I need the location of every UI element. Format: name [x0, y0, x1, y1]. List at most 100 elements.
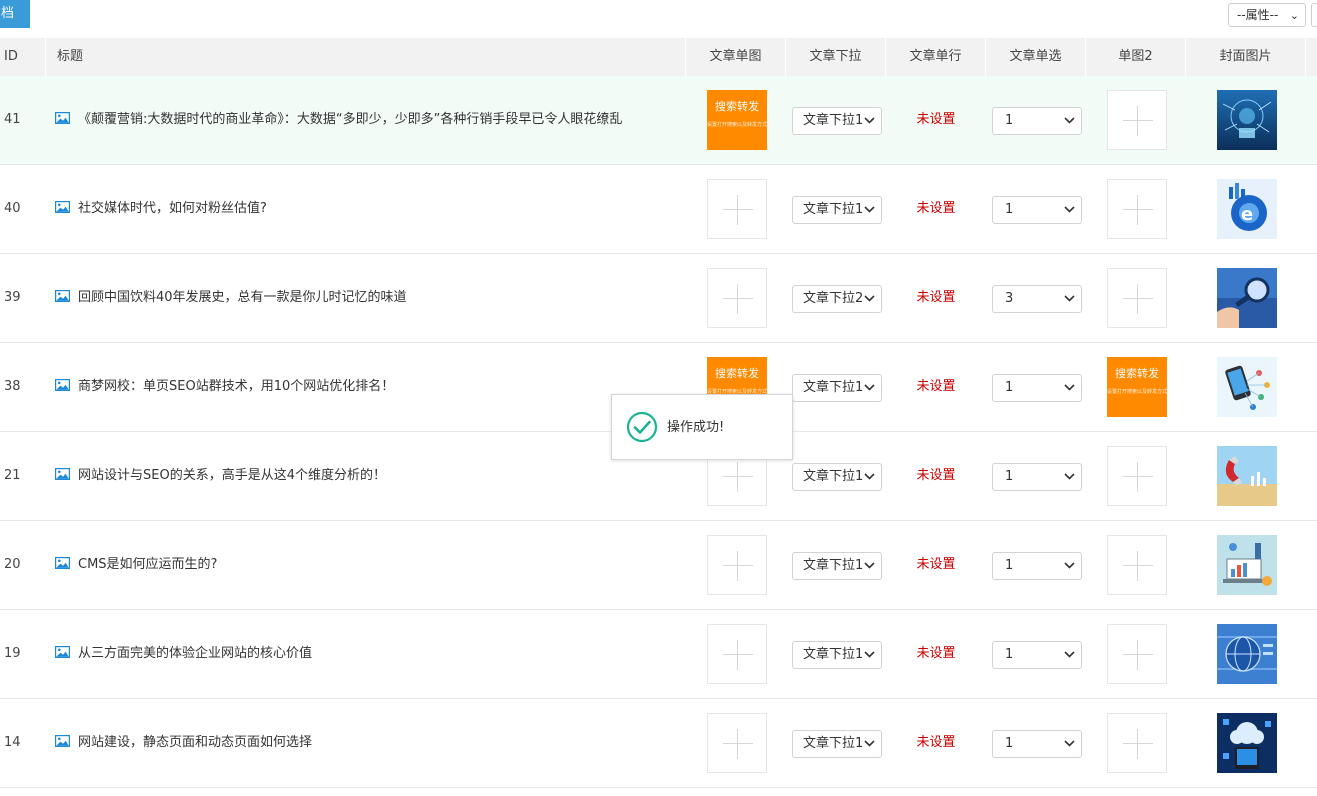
radio-value: 1	[1005, 113, 1014, 128]
image-single-cell	[686, 165, 786, 253]
cover-image[interactable]	[1217, 357, 1277, 417]
image-single-cell	[686, 610, 786, 698]
radio-value: 1	[1005, 380, 1014, 395]
cover-cell	[1186, 610, 1306, 698]
table-row[interactable]: 14 网站建设，静态页面和动态页面如何选择 文章下拉1 未设置 1	[0, 699, 1317, 788]
cover-image[interactable]: e	[1217, 179, 1277, 239]
chevron-down-icon	[864, 375, 876, 401]
cover-image[interactable]	[1217, 90, 1277, 150]
article-dropdown-select[interactable]: 文章下拉1	[792, 463, 882, 491]
cover-image[interactable]	[1217, 713, 1277, 773]
radio-value: 1	[1005, 202, 1014, 217]
table-row[interactable]: 41 《颠覆营销:大数据时代的商业革命》：大数据“多即少，少即多”各种行销手段早已…	[0, 76, 1317, 165]
extra-filter-control[interactable]	[1311, 3, 1317, 27]
row-id: 21	[4, 468, 21, 483]
article-title-link[interactable]: 商梦网校：单页SEO站群技术，用10个网站优化排名！	[78, 379, 394, 394]
cover-image[interactable]	[1217, 535, 1277, 595]
row-id: 41	[4, 112, 21, 127]
radio-value: 1	[1005, 736, 1014, 751]
image-single-upload-placeholder[interactable]	[707, 624, 767, 684]
article-radio-select[interactable]: 1	[992, 463, 1082, 491]
dropdown-value: 文章下拉1	[803, 202, 863, 217]
image2-upload-placeholder[interactable]	[1107, 268, 1167, 328]
chevron-down-icon	[864, 108, 876, 134]
article-title-link[interactable]: 网站设计与SEO的关系，高手是从这4个维度分析的！	[78, 468, 386, 483]
image-icon	[55, 557, 70, 569]
article-title-link[interactable]: 《颠覆营销:大数据时代的商业革命》：大数据“多即少，少即多”各种行销手段早已令人…	[78, 112, 622, 127]
cover-cell	[1186, 254, 1306, 342]
article-radio-select[interactable]: 1	[992, 730, 1082, 758]
cover-image[interactable]	[1217, 446, 1277, 506]
single-line-status: 未设置	[916, 468, 956, 483]
image-single-cell	[686, 699, 786, 787]
chevron-down-icon	[864, 553, 876, 579]
image-icon	[55, 735, 70, 747]
dropdown-cell: 文章下拉1	[786, 432, 886, 520]
article-title-link[interactable]: 回顾中国饮料40年发展史，总有一款是你儿时记忆的味道	[78, 290, 407, 305]
promo-subtitle: 设置打开搜索以及转发方式	[707, 122, 767, 128]
radio-cell: 1	[986, 432, 1086, 520]
table-row[interactable]: 40 社交媒体时代，如何对粉丝估值? 文章下拉1 未设置 1 e	[0, 165, 1317, 254]
article-radio-select[interactable]: 1	[992, 107, 1082, 135]
image2-upload-placeholder[interactable]	[1107, 624, 1167, 684]
image-single-upload-placeholder[interactable]	[707, 713, 767, 773]
cover-image[interactable]	[1217, 268, 1277, 328]
article-dropdown-select[interactable]: 文章下拉1	[792, 730, 882, 758]
document-tab[interactable]: 档	[0, 0, 30, 28]
dropdown-cell: 文章下拉1	[786, 610, 886, 698]
article-dropdown-select[interactable]: 文章下拉1	[792, 107, 882, 135]
image-icon	[55, 468, 70, 480]
column-header-title[interactable]: 标题	[46, 38, 686, 76]
article-title-link[interactable]: 从三方面完美的体验企业网站的核心价值	[78, 646, 312, 661]
radio-value: 1	[1005, 647, 1014, 662]
image2-upload-placeholder[interactable]	[1107, 446, 1167, 506]
check-circle-icon	[626, 411, 658, 443]
article-title-link[interactable]: CMS是如何应运而生的?	[78, 557, 217, 572]
row-title-cell: 回顾中国饮料40年发展史，总有一款是你儿时记忆的味道	[46, 254, 686, 342]
article-dropdown-select[interactable]: 文章下拉1	[792, 196, 882, 224]
article-dropdown-select[interactable]: 文章下拉1	[792, 552, 882, 580]
radio-value: 1	[1005, 469, 1014, 484]
article-title-link[interactable]: 网站建设，静态页面和动态页面如何选择	[78, 735, 312, 750]
table-row[interactable]: 20 CMS是如何应运而生的? 文章下拉1 未设置 1	[0, 521, 1317, 610]
image2-upload-placeholder[interactable]	[1107, 713, 1167, 773]
chevron-down-icon	[1064, 553, 1076, 579]
image2-upload-placeholder[interactable]	[1107, 90, 1167, 150]
image-single-cell	[686, 254, 786, 342]
article-dropdown-select[interactable]: 文章下拉1	[792, 641, 882, 669]
row-title-cell: 商梦网校：单页SEO站群技术，用10个网站优化排名！	[46, 343, 686, 431]
image-single-thumbnail[interactable]: 搜索转发 设置打开搜索以及转发方式	[707, 90, 767, 150]
image-icon	[55, 290, 70, 302]
column-header-id[interactable]: ID	[0, 38, 46, 76]
promo-title: 搜索转发	[1115, 367, 1159, 380]
table-row[interactable]: 39 回顾中国饮料40年发展史，总有一款是你儿时记忆的味道 文章下拉2 未设置 3	[0, 254, 1317, 343]
image-single-upload-placeholder[interactable]	[707, 179, 767, 239]
attribute-filter-select[interactable]: --属性-- ⌄	[1228, 3, 1306, 27]
chevron-down-icon	[1064, 197, 1076, 223]
article-radio-select[interactable]: 3	[992, 285, 1082, 313]
article-dropdown-select[interactable]: 文章下拉1	[792, 374, 882, 402]
column-header-cover: 封面图片	[1186, 38, 1306, 76]
table-row[interactable]: 19 从三方面完美的体验企业网站的核心价值 文章下拉1 未设置 1	[0, 610, 1317, 699]
dropdown-value: 文章下拉1	[803, 736, 863, 751]
image2-upload-placeholder[interactable]	[1107, 179, 1167, 239]
dropdown-value: 文章下拉1	[803, 647, 863, 662]
cover-cell: e	[1186, 165, 1306, 253]
row-title-cell: 网站设计与SEO的关系，高手是从这4个维度分析的！	[46, 432, 686, 520]
svg-text:e: e	[1241, 204, 1253, 225]
image2-cell	[1086, 610, 1186, 698]
article-radio-select[interactable]: 1	[992, 196, 1082, 224]
image-single-upload-placeholder[interactable]	[707, 535, 767, 595]
cover-image[interactable]	[1217, 624, 1277, 684]
single-line-status: 未设置	[916, 735, 956, 750]
cover-cell	[1186, 343, 1306, 431]
image-single-upload-placeholder[interactable]	[707, 268, 767, 328]
image2-cell	[1086, 254, 1186, 342]
article-title-link[interactable]: 社交媒体时代，如何对粉丝估值?	[78, 201, 267, 216]
article-dropdown-select[interactable]: 文章下拉2	[792, 285, 882, 313]
image2-thumbnail[interactable]: 搜索转发 设置打开搜索以及转发方式	[1107, 357, 1167, 417]
article-radio-select[interactable]: 1	[992, 641, 1082, 669]
article-radio-select[interactable]: 1	[992, 552, 1082, 580]
article-radio-select[interactable]: 1	[992, 374, 1082, 402]
image2-upload-placeholder[interactable]	[1107, 535, 1167, 595]
